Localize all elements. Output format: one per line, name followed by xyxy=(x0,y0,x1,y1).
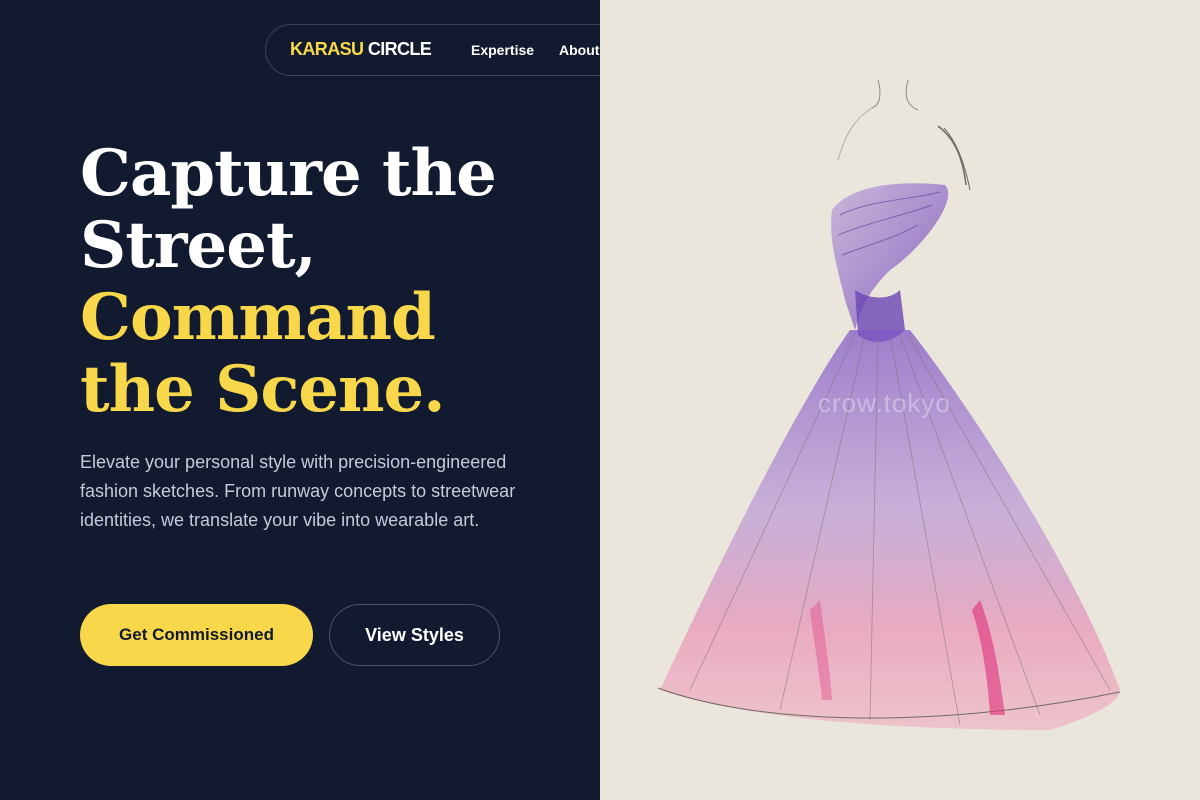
hero-description: Elevate your personal style with precisi… xyxy=(80,452,516,530)
view-styles-button[interactable]: View Styles xyxy=(329,604,500,666)
nav-link-about[interactable]: About xyxy=(559,42,599,58)
watermark-text: crow.tokyo xyxy=(818,388,951,418)
hero-headline: Capture the Street, Command the Scene. xyxy=(80,138,580,426)
fashion-sketch-image: crow.tokyo xyxy=(600,0,1200,800)
headline-line-3: Command xyxy=(80,280,436,355)
logo-secondary-word: CIRCLE xyxy=(367,39,432,59)
nav-link-expertise[interactable]: Expertise xyxy=(471,42,534,58)
headline-line-2: Street, xyxy=(80,208,317,283)
get-commissioned-button[interactable]: Get Commissioned xyxy=(80,604,313,666)
logo-primary-word: KARASU xyxy=(290,39,364,59)
brand-logo[interactable]: KARASU CIRCLE xyxy=(290,39,432,60)
headline-line-1: Capture the xyxy=(80,136,497,211)
headline-line-4: the Scene. xyxy=(80,352,446,427)
